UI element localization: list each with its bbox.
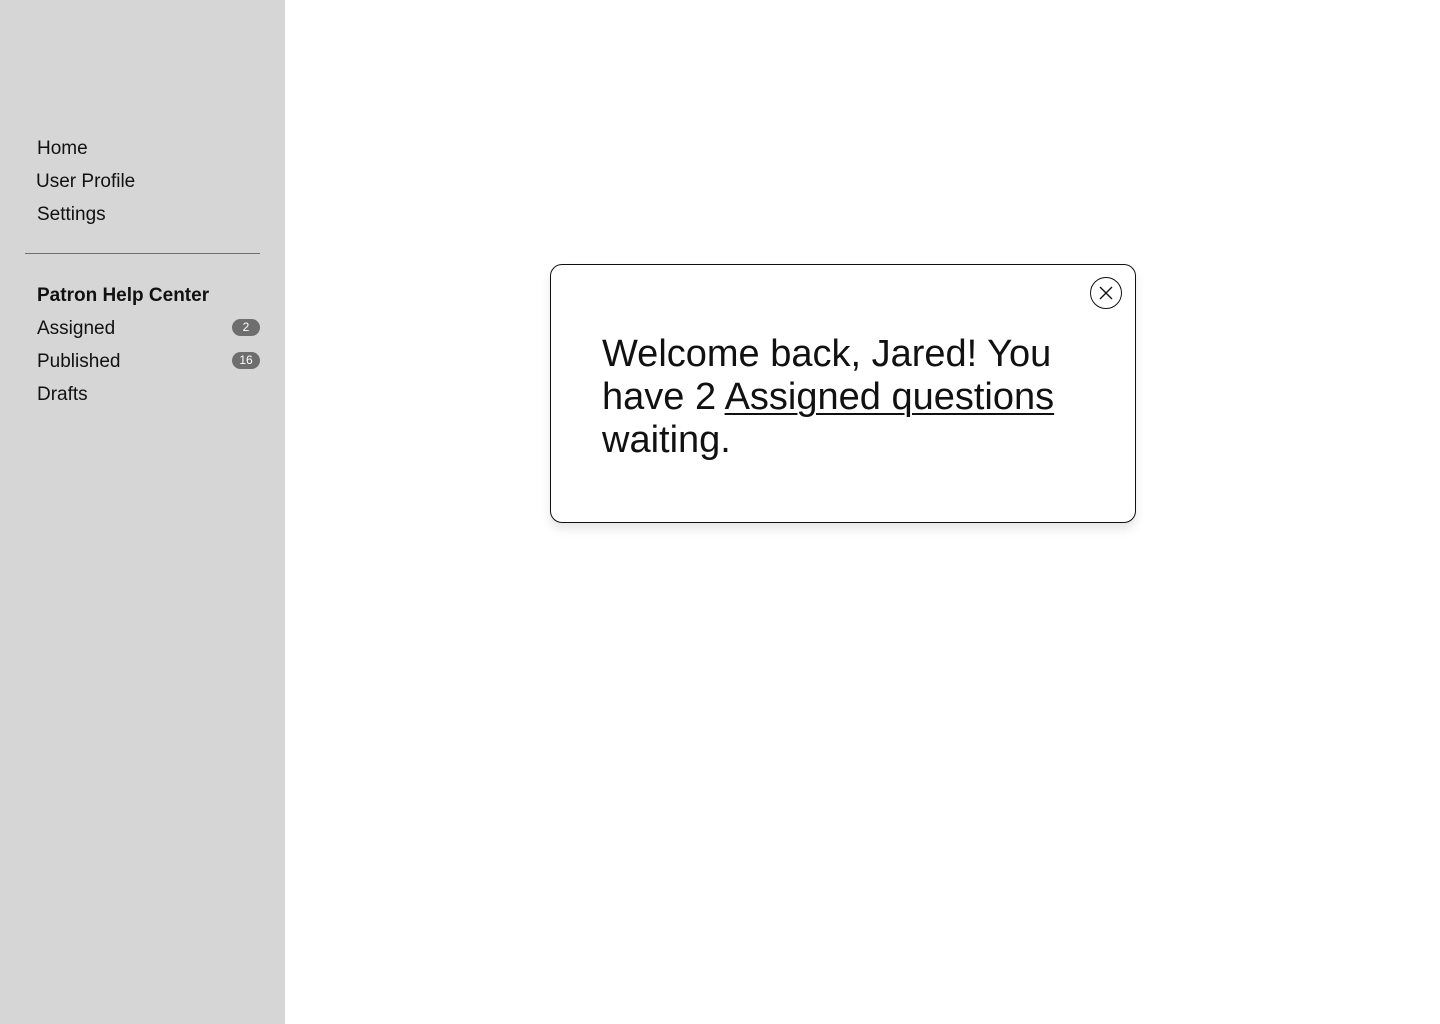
sidebar-item-label: Assigned [37, 318, 116, 339]
app: Home User Profile Settings Patron Help C… [0, 0, 1440, 1024]
sidebar-main-nav: Home User Profile Settings [36, 137, 260, 236]
assigned-questions-link[interactable]: Assigned questions [725, 376, 1055, 418]
sidebar-divider [25, 253, 260, 254]
close-button[interactable] [1090, 277, 1122, 309]
sidebar-item-label: Drafts [37, 384, 88, 405]
welcome-dialog: Welcome back, Jared! You have 2 Assigned… [550, 264, 1136, 523]
assigned-count-badge: 2 [232, 319, 260, 336]
published-count-badge: 16 [232, 352, 260, 369]
sidebar-item-drafts[interactable]: Drafts [37, 383, 260, 416]
sidebar-item-published[interactable]: Published 16 [37, 350, 260, 383]
sidebar-item-assigned[interactable]: Assigned 2 [37, 317, 260, 350]
sidebar-item-settings[interactable]: Settings [37, 203, 260, 236]
sidebar: Home User Profile Settings Patron Help C… [0, 0, 285, 1024]
sidebar-item-label: Published [37, 351, 121, 372]
help-center-title: Patron Help Center [37, 285, 210, 306]
sidebar-item-home[interactable]: Home [37, 137, 260, 170]
sidebar-item-user-profile[interactable]: User Profile [36, 170, 260, 203]
help-center-nav: Patron Help Center Assigned 2 Published … [37, 284, 260, 416]
close-icon [1099, 286, 1113, 300]
welcome-message: Welcome back, Jared! You have 2 Assigned… [602, 333, 1102, 462]
welcome-message-suffix: waiting. [602, 419, 731, 461]
